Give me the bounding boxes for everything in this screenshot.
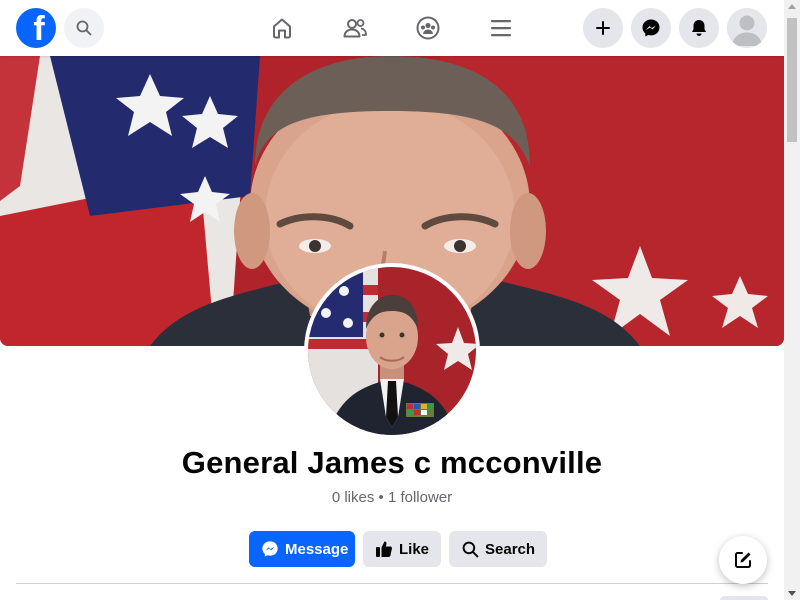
search-icon (461, 540, 479, 558)
nav-friends[interactable] (339, 12, 371, 44)
facebook-logo[interactable]: f (16, 8, 56, 48)
nav-home[interactable] (266, 12, 298, 44)
avatar-icon (727, 8, 767, 48)
menu-icon (491, 20, 511, 37)
profile-page: f General James c mcconville 0 likes • 1… (0, 0, 800, 600)
like-button[interactable]: Like (363, 531, 442, 567)
profile-picture[interactable] (304, 263, 480, 439)
search-button-label: Search (485, 540, 536, 558)
profile-search-button[interactable]: Search (449, 531, 548, 567)
messenger-button[interactable] (631, 8, 671, 48)
more-tab-button[interactable] (720, 596, 768, 600)
edit-icon (735, 552, 751, 568)
groups-icon (416, 16, 440, 40)
messenger-icon (261, 540, 279, 558)
profile-actions: Message Like Search (249, 531, 548, 567)
facebook-logo-letter: f (33, 10, 45, 48)
thumbs-up-icon (375, 540, 393, 558)
messenger-icon (642, 19, 660, 37)
search-icon (76, 20, 92, 36)
scroll-up-arrow-icon[interactable] (788, 4, 796, 9)
scroll-down-arrow-icon[interactable] (788, 591, 796, 596)
bell-icon (692, 20, 706, 36)
scrollbar-thumb[interactable] (787, 18, 797, 142)
notifications-button[interactable] (679, 8, 719, 48)
create-button[interactable] (583, 8, 623, 48)
section-divider (16, 583, 768, 584)
home-icon (273, 18, 291, 39)
nav-menu[interactable] (485, 12, 517, 44)
plus-icon (596, 21, 610, 35)
message-button[interactable]: Message (249, 531, 355, 567)
page-scrollbar[interactable] (784, 0, 800, 600)
profile-picture-image (308, 267, 476, 435)
like-button-label: Like (399, 540, 430, 558)
message-button-label: Message (285, 540, 349, 558)
nav-groups[interactable] (412, 12, 444, 44)
page-title: General James c mcconville (181, 445, 603, 480)
search-button[interactable] (64, 8, 104, 48)
account-button[interactable] (727, 8, 767, 48)
profile-stats[interactable]: 0 likes • 1 follower (0, 489, 784, 506)
top-navigation-bar: f (0, 0, 784, 56)
friends-icon (343, 19, 367, 38)
compose-message-button[interactable] (719, 536, 767, 584)
